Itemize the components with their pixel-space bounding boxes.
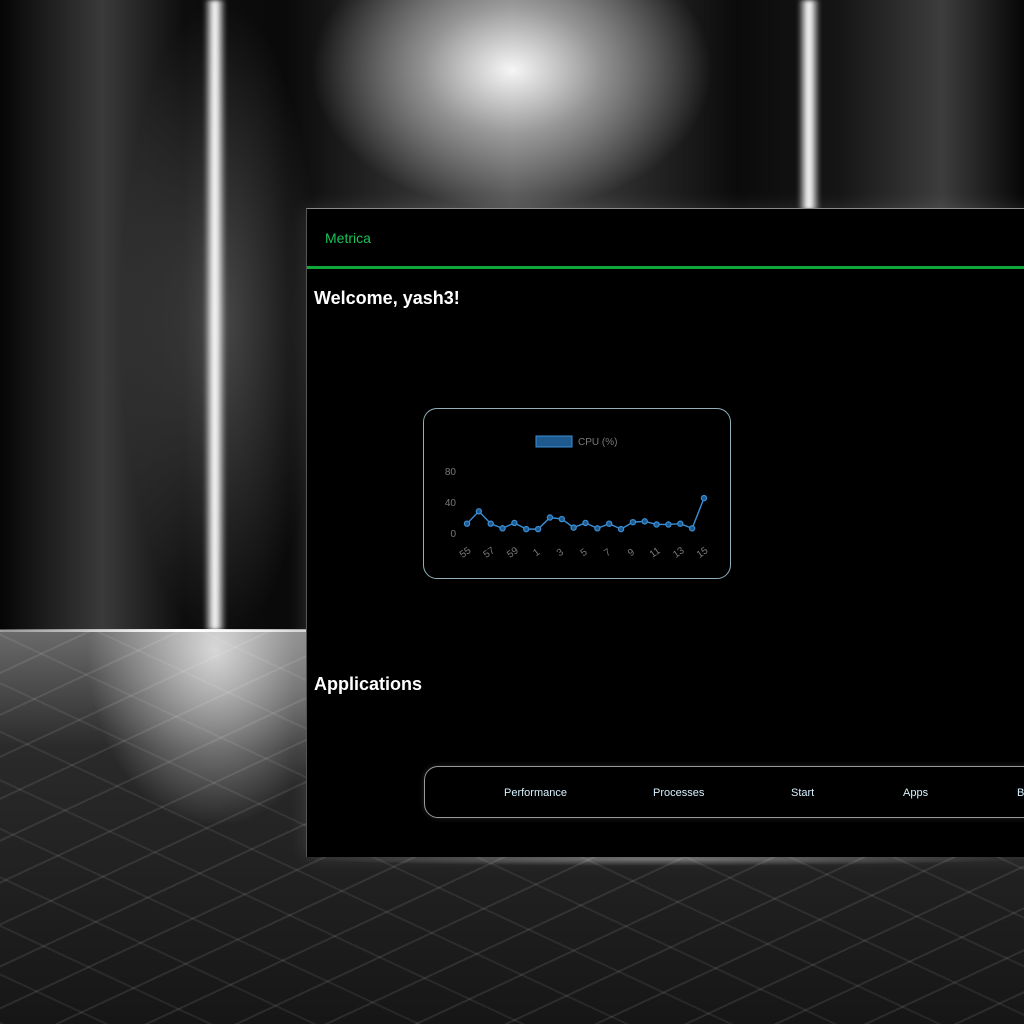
x-tick-label: 3 <box>555 547 566 559</box>
x-tick-label: 15 <box>695 545 711 561</box>
cpu-data-point <box>653 521 660 528</box>
light-beam-left <box>204 0 226 630</box>
welcome-heading: Welcome, yash3! <box>314 288 460 308</box>
cpu-data-point <box>499 525 506 532</box>
cpu-data-point <box>534 525 542 533</box>
cpu-data-point <box>677 520 684 527</box>
x-tick-label: 11 <box>648 545 663 560</box>
cpu-data-point <box>558 515 565 523</box>
applications-heading: Applications <box>314 674 423 694</box>
cpu-data-point <box>570 524 577 531</box>
x-tick-label: 57 <box>482 545 498 561</box>
nav-item-processes[interactable]: Processes <box>653 787 704 799</box>
nav-item-b[interactable]: B <box>1017 787 1024 799</box>
cpu-data-point <box>629 518 637 526</box>
y-tick-label: 0 <box>450 529 456 540</box>
floor-horizon-line <box>0 629 310 632</box>
nav-item-apps[interactable]: Apps <box>903 787 928 799</box>
cpu-data-point <box>641 518 648 525</box>
light-beam-right <box>798 0 820 210</box>
x-tick-label: 7 <box>602 547 613 559</box>
nav-item-start[interactable]: Start <box>791 787 814 799</box>
cpu-data-point <box>594 525 601 532</box>
x-tick-label: 9 <box>626 547 637 559</box>
cpu-data-point <box>475 508 483 515</box>
x-tick-label: 59 <box>505 545 521 561</box>
cpu-data-point <box>700 494 708 502</box>
x-tick-label: 55 <box>458 545 474 561</box>
cpu-chart-card: CPU (%) 0 40 80 55 57 59 1 3 5 7 9 11 13 15 <box>423 408 731 579</box>
cpu-data-point <box>617 525 625 533</box>
cpu-data-point <box>487 520 494 527</box>
x-tick-label: 13 <box>671 545 687 561</box>
app-window: Metrica Welcome, yash3! CPU (%) 0 40 80 55 57… <box>306 208 1024 857</box>
cpu-data-point <box>582 519 589 527</box>
cpu-data-point <box>665 521 672 528</box>
x-tick-label: 5 <box>579 547 590 559</box>
y-tick-label: 40 <box>445 498 457 509</box>
brand-link[interactable]: Metrica <box>325 230 371 246</box>
legend-label: CPU (%) <box>578 437 617 448</box>
cpu-data-point <box>523 525 530 533</box>
background-scene: Metrica Welcome, yash3! CPU (%) 0 40 80 55 57… <box>0 0 1024 1024</box>
cpu-line-chart: CPU (%)0408055 57 59 1 3 5 7 9 11 13 15 <box>445 435 711 561</box>
cpu-data-point <box>463 520 471 527</box>
top-navbar: Metrica <box>307 209 1024 269</box>
bottom-nav-bar: Performance Processes Start Apps B <box>424 766 1024 818</box>
cpu-data-point <box>511 519 518 527</box>
cpu-data-point <box>605 520 613 527</box>
cpu-data-point <box>546 514 554 521</box>
legend-swatch <box>535 435 573 448</box>
nav-item-performance[interactable]: Performance <box>504 787 567 799</box>
cpu-data-point <box>688 525 696 532</box>
x-tick-label: 1 <box>531 547 542 559</box>
y-tick-label: 80 <box>445 467 457 478</box>
